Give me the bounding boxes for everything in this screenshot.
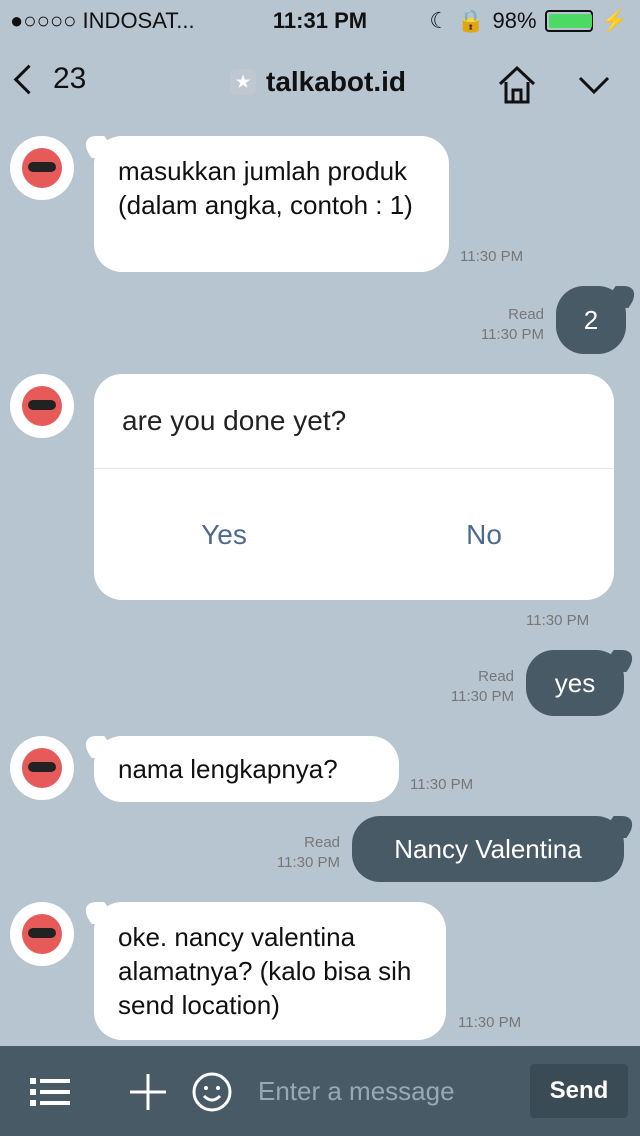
send-button[interactable]: Send: [530, 1064, 628, 1118]
quick-reply-question: are you done yet?: [94, 374, 614, 469]
composer-bar: Enter a message Send: [0, 1046, 640, 1136]
chat-title: ★ talkabot.id: [230, 66, 406, 98]
lock-icon: 🔒: [457, 8, 485, 33]
message-bubble-outgoing: Nancy Valentina: [352, 816, 624, 882]
status-right: ☾ 🔒 98% ⚡: [429, 8, 628, 34]
read-status: Read: [304, 834, 340, 851]
status-bar: ●○○○○ INDOSAT... 11:31 PM ☾ 🔒 98% ⚡: [0, 0, 640, 40]
message-bubble: oke. nancy valentina alamatnya? (kalo bi…: [94, 902, 446, 1040]
message-bubble-outgoing: yes: [526, 650, 624, 716]
message-time: 11:30 PM: [276, 854, 340, 871]
message-time: 11:30 PM: [450, 688, 514, 705]
menu-icon[interactable]: [28, 1072, 72, 1112]
chat-list: masukkan jumlah produk (dalam angka, con…: [0, 126, 640, 1046]
back-icon: [13, 64, 44, 94]
message-text: Nancy Valentina: [394, 834, 582, 864]
message-bubble: nama lengkapnya?: [94, 736, 399, 802]
robot-avatar-icon: [22, 148, 62, 188]
message-bubble: masukkan jumlah produk (dalam angka, con…: [94, 136, 449, 272]
message-bubble-outgoing: 2: [556, 286, 626, 354]
message-text: yes: [554, 668, 596, 698]
back-button[interactable]: 23: [13, 62, 87, 96]
plus-icon[interactable]: [126, 1070, 170, 1114]
message-time: 11:30 PM: [460, 248, 524, 265]
home-icon[interactable]: [494, 62, 540, 108]
quick-reply-no[interactable]: No: [354, 469, 614, 600]
read-status: Read: [478, 668, 514, 685]
shield-star-icon: ★: [230, 69, 256, 95]
read-status: Read: [508, 306, 544, 323]
robot-avatar-icon: [22, 914, 62, 954]
message-input[interactable]: Enter a message: [258, 1076, 455, 1107]
quick-reply-yes[interactable]: Yes: [94, 469, 354, 600]
bot-avatar: [10, 374, 74, 438]
message-text: oke. nancy valentina alamatnya? (kalo bi…: [118, 922, 412, 1020]
robot-avatar-icon: [22, 748, 62, 788]
battery-icon: [544, 10, 593, 32]
moon-icon: ☾: [429, 8, 450, 33]
bot-avatar: [10, 736, 74, 800]
charging-icon: ⚡: [600, 8, 628, 33]
quick-reply-card: are you done yet? Yes No: [94, 374, 614, 600]
robot-avatar-icon: [22, 386, 62, 426]
message-time: 11:30 PM: [410, 776, 474, 793]
back-count: 23: [53, 62, 87, 95]
chat-title-text: talkabot.id: [266, 66, 407, 97]
message-text: nama lengkapnya?: [118, 754, 338, 784]
bot-avatar: [10, 902, 74, 966]
chat-header: 23 ★ talkabot.id: [0, 40, 640, 126]
message-time: 11:30 PM: [458, 1014, 522, 1031]
message-text: 2: [583, 305, 599, 335]
message-time: 11:30 PM: [526, 612, 590, 629]
bot-avatar: [10, 136, 74, 200]
battery-percent: 98%: [492, 8, 537, 33]
message-text: masukkan jumlah produk (dalam angka, con…: [118, 156, 413, 220]
smile-icon[interactable]: [190, 1070, 234, 1114]
chevron-down-icon[interactable]: [574, 64, 614, 104]
message-time: 11:30 PM: [480, 326, 544, 343]
